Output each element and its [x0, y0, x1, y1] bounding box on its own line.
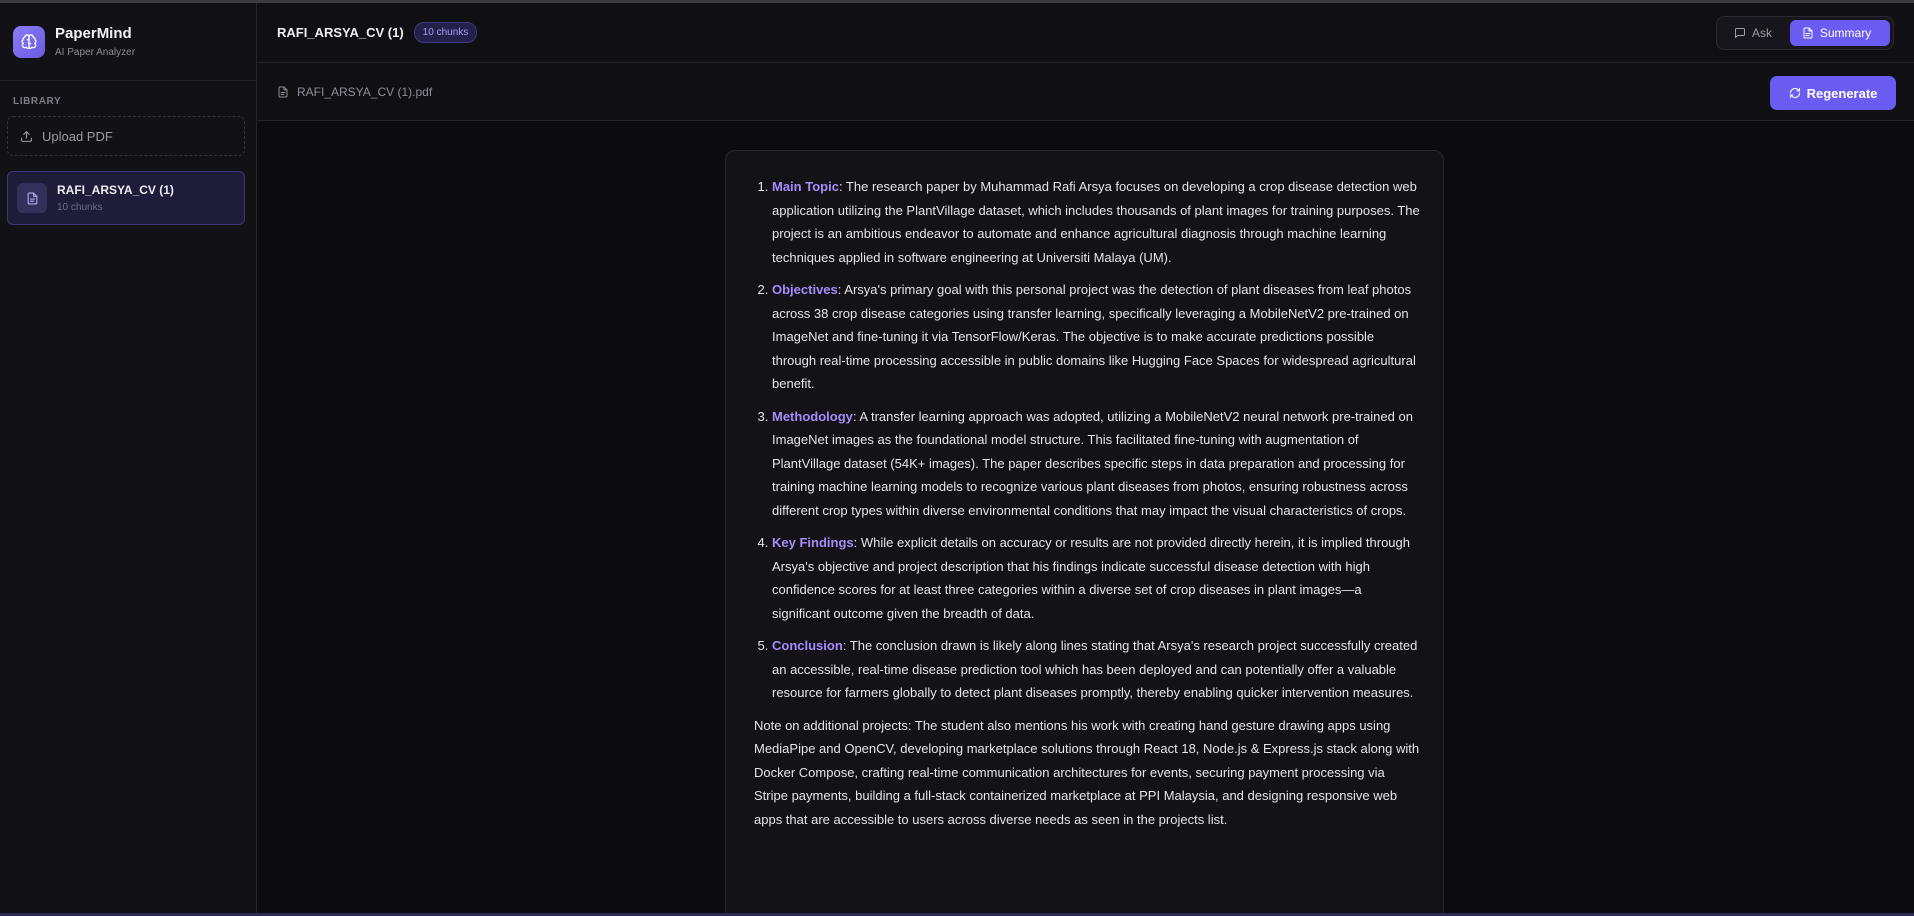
chunks-badge: 10 chunks [413, 22, 478, 43]
item-key: Main Topic [772, 179, 839, 194]
document-title: RAFI_ARSYA_CV (1) [277, 25, 404, 40]
document-icon [1802, 27, 1814, 39]
app-name: PaperMind [55, 25, 132, 42]
file-icon [277, 86, 289, 98]
brain-icon [13, 25, 45, 58]
list-item: Objectives: Arsya's primary goal with th… [772, 278, 1421, 396]
file-icon [17, 183, 47, 213]
file-name: RAFI_ARSYA_CV (1).pdf [297, 84, 433, 99]
upload-pdf-button[interactable]: Upload PDF [7, 116, 245, 156]
summary-card: Main Topic: The research paper by Muhamm… [725, 150, 1444, 916]
upload-icon [20, 130, 33, 143]
item-text: : The conclusion drawn is likely along l… [772, 638, 1418, 700]
file-bar: RAFI_ARSYA_CV (1).pdf Regenerate [257, 63, 1914, 121]
document-item[interactable]: RAFI_ARSYA_CV (1) 10 chunks [7, 171, 245, 225]
item-text: : While explicit details on accuracy or … [772, 535, 1410, 621]
summary-list: Main Topic: The research paper by Muhamm… [754, 175, 1421, 705]
document-meta: 10 chunks [57, 202, 103, 213]
item-key: Key Findings [772, 535, 854, 550]
item-key: Objectives [772, 282, 838, 297]
tab-ask[interactable]: Ask [1720, 20, 1787, 46]
document-name: RAFI_ARSYA_CV (1) [57, 183, 174, 197]
refresh-icon [1789, 87, 1801, 99]
tab-ask-label: Ask [1752, 26, 1773, 40]
main-panel: RAFI_ARSYA_CV (1) 10 chunks Ask Summary [257, 3, 1914, 916]
regenerate-label: Regenerate [1806, 85, 1878, 101]
upload-label: Upload PDF [42, 128, 113, 144]
tab-summary-label: Summary [1819, 26, 1872, 40]
additional-projects-note: Note on additional projects: The student… [754, 717, 1420, 827]
list-item: Key Findings: While explicit details on … [772, 531, 1421, 625]
item-key: Methodology [772, 408, 853, 424]
item-text: : The research paper by Muhammad Rafi Ar… [772, 179, 1420, 265]
item-text: : A transfer learning approach was adopt… [772, 408, 1413, 518]
chat-icon [1734, 27, 1746, 39]
app-subtitle: AI Paper Analyzer [55, 47, 136, 58]
mode-toggle: Ask Summary [1716, 16, 1894, 50]
list-item: Main Topic: The research paper by Muhamm… [772, 175, 1421, 269]
header: RAFI_ARSYA_CV (1) 10 chunks Ask Summary [257, 3, 1914, 63]
item-text: : Arsya's primary goal with this persona… [772, 282, 1416, 391]
list-item: Methodology: A transfer learning approac… [772, 405, 1421, 523]
tab-summary[interactable]: Summary [1789, 20, 1890, 46]
item-key: Conclusion [772, 638, 843, 653]
brand: PaperMind AI Paper Analyzer [0, 3, 256, 81]
library-section-label: LIBRARY [13, 96, 62, 107]
list-item: Conclusion: The conclusion drawn is like… [772, 634, 1421, 705]
sidebar: PaperMind AI Paper Analyzer LIBRARY Uplo… [0, 3, 257, 913]
regenerate-button[interactable]: Regenerate [1770, 76, 1896, 110]
